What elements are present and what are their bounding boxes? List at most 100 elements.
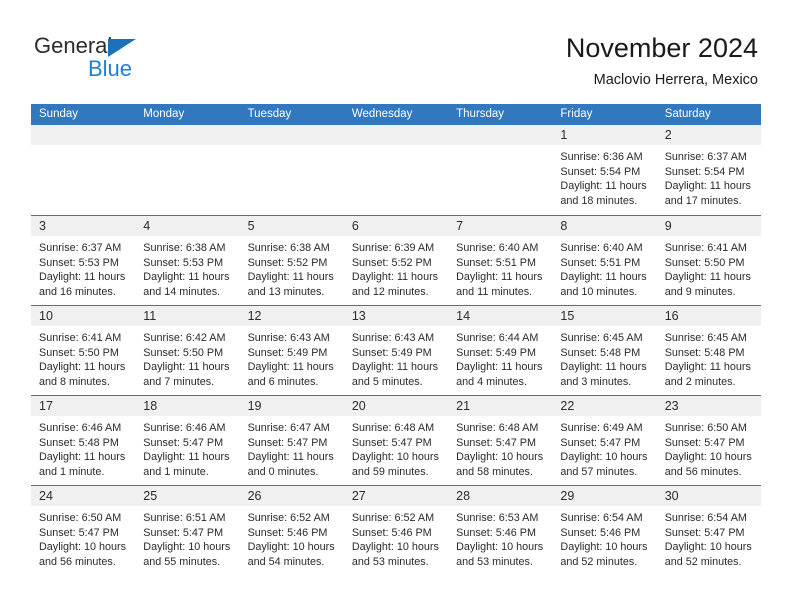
daylight-text-line1: Daylight: 11 hours [143, 451, 230, 464]
sunrise-text: Sunrise: 6:40 AM [560, 242, 643, 254]
sunset-text: Sunset: 5:46 PM [560, 526, 641, 539]
day-number-band: 7 [448, 216, 553, 236]
daylight-text-line2: and 56 minutes. [664, 465, 742, 478]
day-cell[interactable]: 23 Sunrise: 6:50 AM Sunset: 5:47 PM Dayligh… [656, 396, 761, 485]
day-cell[interactable]: 21 Sunrise: 6:48 AM Sunset: 5:47 PM Dayligh… [448, 396, 553, 485]
day-cell[interactable]: 22 Sunrise: 6:49 AM Sunset: 5:47 PM Dayligh… [552, 396, 657, 485]
day-cell[interactable]: 9 Sunrise: 6:41 AM Sunset: 5:50 PM Daylight… [656, 216, 761, 305]
sunset-text: Sunset: 5:48 PM [560, 346, 641, 359]
sunset-text: Sunset: 5:49 PM [247, 346, 328, 359]
day-cell[interactable]: 18 Sunrise: 6:46 AM Sunset: 5:47 PM Dayligh… [135, 396, 240, 485]
day-number: 9 [664, 219, 672, 233]
daylight-text-line2: and 56 minutes. [39, 555, 116, 568]
daylight-text-line2: and 11 minutes. [456, 285, 533, 298]
day-cell-empty [448, 125, 553, 215]
sunset-text: Sunset: 5:47 PM [247, 436, 328, 449]
day-cell[interactable]: 14 Sunrise: 6:44 AM Sunset: 5:49 PM Dayligh… [448, 306, 553, 395]
day-number: 3 [39, 219, 46, 233]
day-details: Sunrise: 6:46 AM Sunset: 5:48 PM Daylight:… [31, 416, 135, 479]
sunset-text: Sunset: 5:47 PM [664, 436, 745, 449]
week-row: 1 Sunrise: 6:36 AM Sunset: 5:54 PM Daylight… [31, 125, 761, 215]
day-cell[interactable]: 28 Sunrise: 6:53 AM Sunset: 5:46 PM Dayligh… [448, 486, 553, 575]
sunrise-text: Sunrise: 6:37 AM [39, 242, 122, 254]
day-number: 13 [351, 309, 366, 323]
daylight-text-line2: and 13 minutes. [247, 285, 325, 298]
weekday-header-sunday: Sunday [39, 108, 79, 120]
daylight-text-line2: and 54 minutes. [247, 555, 325, 568]
day-number-band: 8 [552, 216, 657, 236]
day-details: Sunrise: 6:52 AM Sunset: 5:46 PM Daylight:… [240, 506, 344, 569]
day-number: 16 [664, 309, 679, 323]
day-cell[interactable]: 5 Sunrise: 6:38 AM Sunset: 5:52 PM Daylight… [239, 216, 344, 305]
day-details [135, 145, 239, 150]
day-number: 19 [247, 399, 262, 413]
sunrise-text: Sunrise: 6:46 AM [39, 422, 122, 434]
daylight-text-line2: and 16 minutes. [39, 285, 116, 298]
daylight-text-line1: Daylight: 10 hours [351, 451, 439, 464]
day-number-band: 3 [31, 216, 136, 236]
day-number: 29 [560, 489, 575, 503]
day-cell[interactable]: 7 Sunrise: 6:40 AM Sunset: 5:51 PM Daylight… [448, 216, 553, 305]
day-cell[interactable]: 1 Sunrise: 6:36 AM Sunset: 5:54 PM Daylight… [552, 125, 657, 215]
sunrise-text: Sunrise: 6:52 AM [351, 512, 435, 524]
sunset-text: Sunset: 5:51 PM [456, 256, 536, 269]
day-number: 4 [143, 219, 151, 233]
day-number: 15 [560, 309, 575, 323]
day-cell[interactable]: 10 Sunrise: 6:41 AM Sunset: 5:50 PM Dayligh… [31, 306, 136, 395]
day-cell[interactable]: 17 Sunrise: 6:46 AM Sunset: 5:48 PM Dayligh… [31, 396, 136, 485]
day-cell[interactable]: 13 Sunrise: 6:43 AM Sunset: 5:49 PM Dayligh… [343, 306, 449, 395]
day-number-band [135, 125, 240, 145]
daylight-text-line1: Daylight: 11 hours [664, 361, 751, 374]
day-number-band: 13 [343, 306, 449, 326]
day-number-band: 24 [31, 486, 136, 506]
sunrise-text: Sunrise: 6:53 AM [456, 512, 539, 524]
day-details: Sunrise: 6:54 AM Sunset: 5:46 PM Daylight:… [552, 506, 656, 569]
day-number-band: 19 [239, 396, 344, 416]
day-cell[interactable]: 26 Sunrise: 6:52 AM Sunset: 5:46 PM Dayligh… [239, 486, 344, 575]
daylight-text-line2: and 53 minutes. [351, 555, 429, 568]
daylight-text-line2: and 53 minutes. [456, 555, 533, 568]
day-cell[interactable]: 27 Sunrise: 6:52 AM Sunset: 5:46 PM Dayligh… [343, 486, 449, 575]
weekday-header-friday: Friday [560, 108, 593, 120]
day-cell[interactable]: 19 Sunrise: 6:47 AM Sunset: 5:47 PM Dayligh… [239, 396, 344, 485]
day-cell-empty [31, 125, 136, 215]
day-cell[interactable]: 29 Sunrise: 6:54 AM Sunset: 5:46 PM Dayligh… [552, 486, 657, 575]
day-number: 12 [247, 309, 262, 323]
sunrise-text: Sunrise: 6:43 AM [247, 332, 330, 344]
day-cell[interactable]: 12 Sunrise: 6:43 AM Sunset: 5:49 PM Dayligh… [239, 306, 344, 395]
daylight-text-line1: Daylight: 11 hours [39, 451, 126, 464]
day-cell-empty [239, 125, 344, 215]
weekday-header-tuesday: Tuesday [247, 108, 292, 120]
day-cell[interactable]: 2 Sunrise: 6:37 AM Sunset: 5:54 PM Daylight… [656, 125, 761, 215]
day-cell[interactable]: 25 Sunrise: 6:51 AM Sunset: 5:47 PM Dayligh… [135, 486, 240, 575]
day-cell[interactable]: 20 Sunrise: 6:48 AM Sunset: 5:47 PM Dayligh… [343, 396, 449, 485]
daylight-text-line2: and 5 minutes. [351, 375, 423, 388]
daylight-text-line1: Daylight: 11 hours [560, 271, 647, 284]
day-cell[interactable]: 6 Sunrise: 6:39 AM Sunset: 5:52 PM Daylight… [343, 216, 449, 305]
day-number-band [343, 125, 449, 145]
weekday-header-thursday: Thursday [456, 108, 505, 120]
logo-triangle-icon [108, 39, 136, 57]
day-cell[interactable]: 11 Sunrise: 6:42 AM Sunset: 5:50 PM Dayligh… [135, 306, 240, 395]
day-number-band: 27 [343, 486, 449, 506]
day-cell[interactable]: 30 Sunrise: 6:54 AM Sunset: 5:47 PM Dayligh… [656, 486, 761, 575]
day-cell[interactable]: 24 Sunrise: 6:50 AM Sunset: 5:47 PM Dayligh… [31, 486, 136, 575]
day-number-band: 4 [135, 216, 240, 236]
sunset-text: Sunset: 5:48 PM [664, 346, 745, 359]
sunset-text: Sunset: 5:50 PM [664, 256, 745, 269]
day-cell[interactable]: 8 Sunrise: 6:40 AM Sunset: 5:51 PM Daylight… [552, 216, 657, 305]
day-cell[interactable]: 4 Sunrise: 6:38 AM Sunset: 5:53 PM Daylight… [135, 216, 240, 305]
day-number-band [239, 125, 344, 145]
sunset-text: Sunset: 5:47 PM [351, 436, 432, 449]
day-cell[interactable]: 16 Sunrise: 6:45 AM Sunset: 5:48 PM Dayligh… [656, 306, 761, 395]
daylight-text-line2: and 59 minutes. [351, 465, 429, 478]
day-cell[interactable]: 15 Sunrise: 6:45 AM Sunset: 5:48 PM Dayligh… [552, 306, 657, 395]
week-row: 17 Sunrise: 6:46 AM Sunset: 5:48 PM Dayligh… [31, 395, 761, 485]
day-number: 1 [560, 128, 568, 142]
sunrise-text: Sunrise: 6:46 AM [143, 422, 226, 434]
sunset-text: Sunset: 5:49 PM [351, 346, 432, 359]
daylight-text-line2: and 8 minutes. [39, 375, 110, 388]
day-cell[interactable]: 3 Sunrise: 6:37 AM Sunset: 5:53 PM Daylight… [31, 216, 136, 305]
generalblue-logo[interactable]: General Blue [34, 33, 214, 85]
day-number-band: 5 [239, 216, 344, 236]
